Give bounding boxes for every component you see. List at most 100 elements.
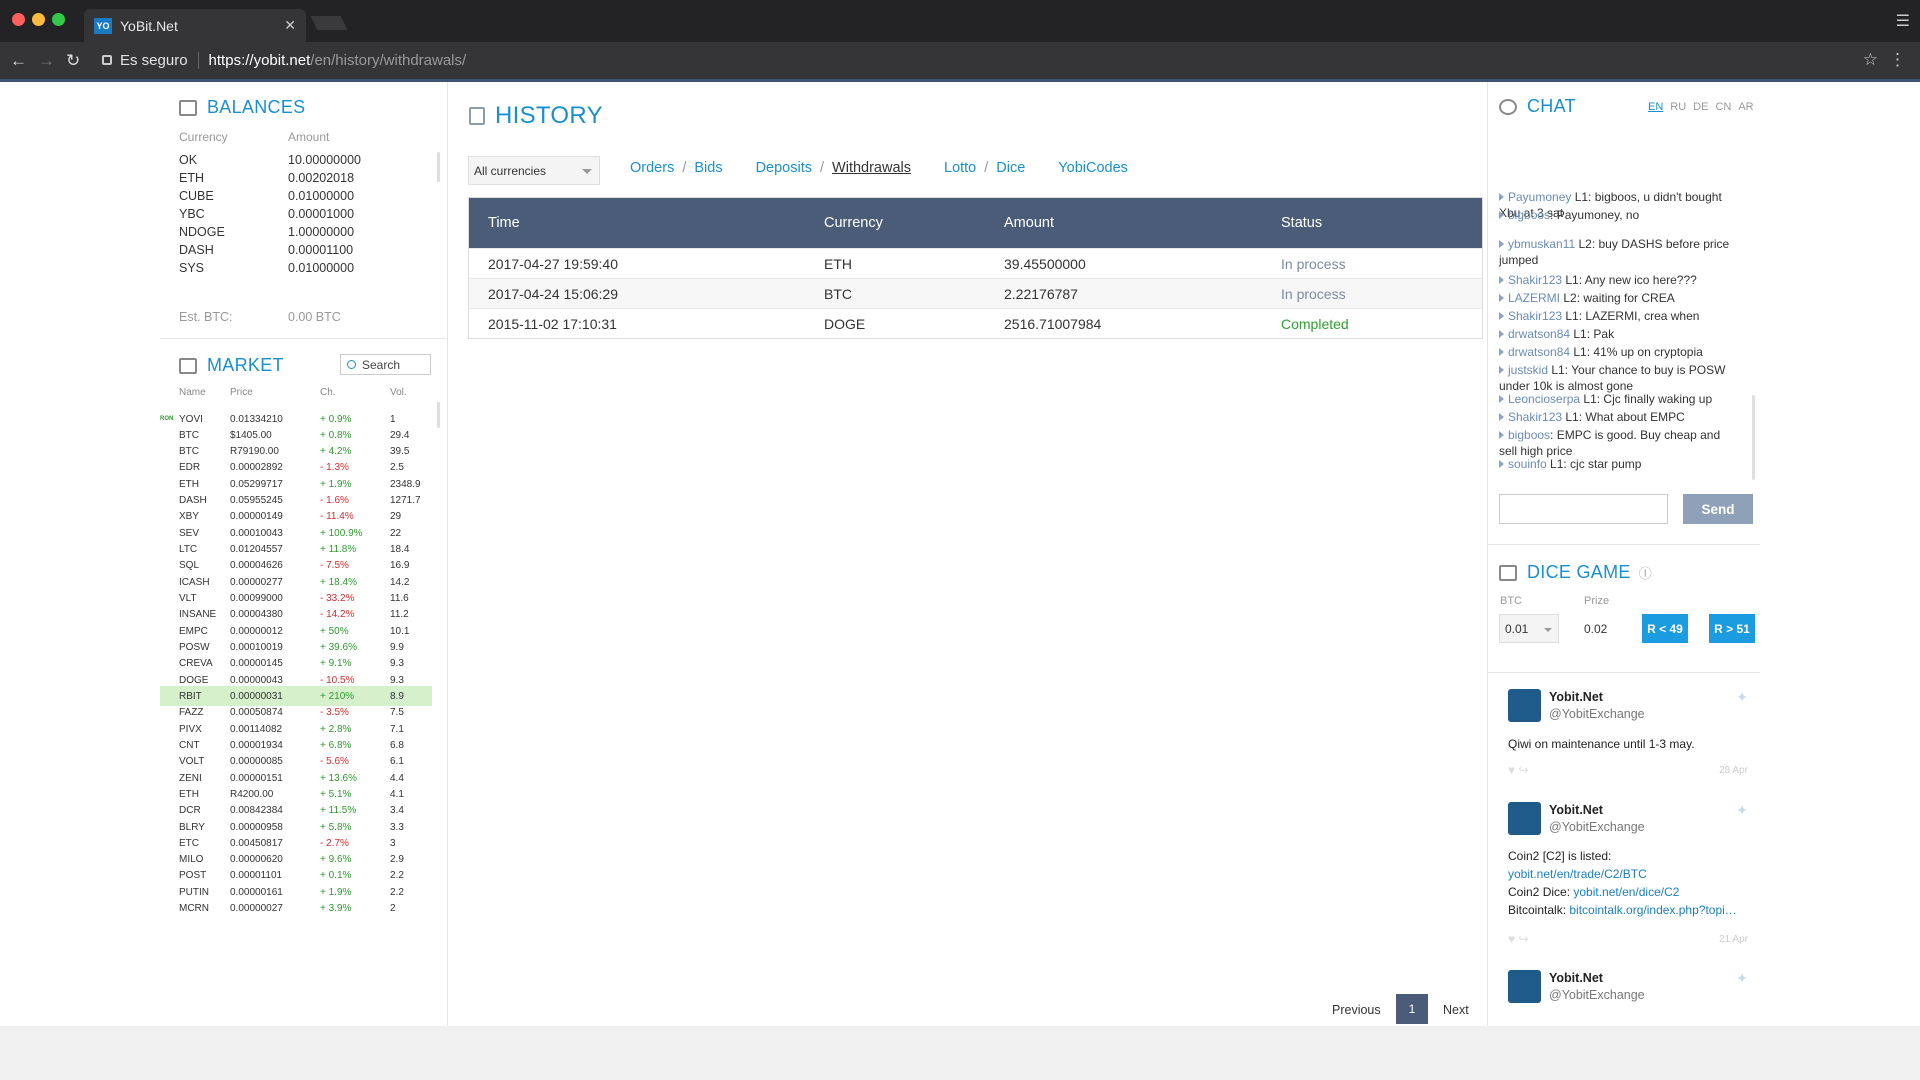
row-status: In process (1281, 255, 1346, 272)
chat-username[interactable]: Payumoney (1508, 190, 1571, 204)
dice-bet-select[interactable]: 0.01 (1499, 614, 1559, 643)
balance-row[interactable]: SYS 0.01000000 (179, 261, 354, 275)
close-window-icon[interactable] (12, 13, 25, 26)
nav-lotto-link[interactable]: Lotto (944, 160, 976, 176)
market-change: + 5.1% (320, 788, 352, 800)
url-field[interactable]: Es seguro https://yobit.net/en/history/w… (92, 47, 1882, 73)
browser-tab[interactable]: YO YoBit.Net ✕ (84, 9, 306, 42)
market-volume: 22 (390, 527, 402, 539)
table-row: 2015-11-02 17:10:31 DOGE 2516.71007984 Comp… (469, 308, 1482, 338)
forward-icon[interactable]: → (38, 51, 55, 71)
market-volume: 4.4 (390, 772, 404, 784)
chat-username[interactable]: drwatson84 (1508, 345, 1570, 359)
tweet-author[interactable]: Yobit.Net (1549, 803, 1603, 817)
market-price: 0.00450817 (230, 837, 283, 849)
nav-dice-link[interactable]: Dice (996, 160, 1025, 176)
market-name: ETC (179, 837, 199, 849)
chat-username[interactable]: Shakir123 (1508, 273, 1562, 287)
like-icon[interactable]: ♥ ↪ (1508, 932, 1529, 946)
market-search-input[interactable]: Search (340, 354, 431, 375)
nav-yobicodes-link[interactable]: YobiCodes (1058, 160, 1128, 176)
like-icon[interactable]: ♥ ↪ (1508, 763, 1529, 777)
lang-cn-link[interactable]: CN (1715, 101, 1731, 113)
nav-withdrawals-link[interactable]: Withdrawals (832, 160, 911, 176)
nav-bids-link[interactable]: Bids (694, 160, 722, 176)
tweet-handle[interactable]: @YobitExchange (1549, 707, 1645, 721)
row-currency: ETH (824, 255, 852, 272)
lang-ar-link[interactable]: AR (1738, 101, 1753, 113)
maximize-window-icon[interactable] (52, 13, 65, 26)
balances-scrollbar[interactable] (437, 152, 440, 182)
market-tag: RON (160, 416, 174, 422)
market-row[interactable]: MCRN 0.00000027 + 3.9% 2 (160, 899, 432, 919)
tweet-author[interactable]: Yobit.Net (1549, 971, 1603, 985)
market-name: POST (179, 870, 207, 882)
market-search-placeholder: Search (362, 357, 401, 372)
pager-page-1[interactable]: 1 (1396, 994, 1428, 1024)
tweet-link[interactable]: bitcointalk.org/index.php?topi… (1569, 903, 1736, 917)
reload-icon[interactable]: ↻ (66, 51, 80, 71)
tweet-link[interactable]: yobit.net/en/dice/C2 (1573, 885, 1679, 899)
market-name: CNT (179, 739, 200, 751)
balance-row[interactable]: CUBE 0.01000000 (179, 189, 354, 203)
market-icon (179, 357, 197, 374)
dice-roll-high-button[interactable]: R > 51 (1709, 614, 1755, 643)
search-icon (347, 360, 356, 369)
lang-en-link[interactable]: EN (1648, 101, 1663, 113)
chat-username[interactable]: Shakir123 (1508, 309, 1562, 323)
chat-username[interactable]: Leoncioserpa (1508, 392, 1580, 406)
pager-next[interactable]: Next (1443, 1003, 1469, 1017)
browser-menu-icon[interactable]: ⋮ (1889, 50, 1906, 70)
balance-row[interactable]: OK 10.00000000 (179, 153, 361, 167)
chat-username[interactable]: LAZERMI (1508, 291, 1560, 305)
new-tab-button[interactable] (310, 16, 348, 30)
chat-username[interactable]: justskid (1508, 363, 1548, 377)
chat-username[interactable]: drwatson84 (1508, 327, 1570, 341)
market-volume: 11.2 (390, 609, 409, 621)
market-scrollbar[interactable] (437, 402, 440, 428)
help-icon[interactable]: ⓘ (1639, 563, 1652, 582)
tweet-text: Coin2 Dice: (1508, 885, 1574, 899)
chat-username[interactable]: Shakir123 (1508, 410, 1562, 424)
market-name: CREVA (179, 658, 213, 670)
back-icon[interactable]: ← (10, 51, 27, 71)
col-amount: Amount (1004, 215, 1054, 231)
market-name: BLRY (179, 821, 205, 833)
nav-deposits-link[interactable]: Deposits (756, 160, 812, 176)
dice-roll-low-button[interactable]: R < 49 (1642, 614, 1688, 643)
market-price: 0.00000031 (230, 690, 283, 702)
balance-row[interactable]: ETH 0.00202018 (179, 171, 354, 185)
chat-send-button[interactable]: Send (1683, 494, 1753, 524)
market-volume: 10.1 (390, 625, 410, 637)
chat-message-input[interactable] (1499, 494, 1668, 524)
chat-scrollbar[interactable] (1752, 395, 1755, 480)
dice-prize-value: 0.02 (1584, 622, 1608, 636)
chat-username[interactable]: ybmuskan11 (1508, 237, 1575, 251)
lang-ru-link[interactable]: RU (1670, 101, 1686, 113)
balances-col-amount: Amount (288, 130, 330, 144)
tweet-handle[interactable]: @YobitExchange (1549, 820, 1645, 834)
tweet-handle[interactable]: @YobitExchange (1549, 988, 1645, 1002)
market-name: POSW (179, 641, 210, 653)
chat-username[interactable]: bigboos (1508, 428, 1550, 442)
pager-previous[interactable]: Previous (1332, 1003, 1381, 1017)
dice-prize-label: Prize (1584, 595, 1610, 607)
minimize-window-icon[interactable] (32, 13, 45, 26)
currency-filter-select[interactable]: All currencies (468, 156, 600, 185)
tweet-author[interactable]: Yobit.Net (1549, 690, 1603, 704)
market-name: EMPC (179, 625, 208, 637)
market-change: + 0.8% (320, 429, 352, 441)
close-tab-icon[interactable]: ✕ (284, 17, 296, 34)
balance-row[interactable]: NDOGE 1.00000000 (179, 225, 354, 239)
balance-row[interactable]: YBC 0.00001000 (179, 207, 354, 221)
profile-icon[interactable]: ☰ (1896, 11, 1910, 31)
market-price: 0.00050874 (230, 707, 283, 719)
tweet-link[interactable]: yobit.net/en/trade/C2/BTC (1508, 867, 1647, 881)
lang-de-link[interactable]: DE (1693, 101, 1708, 113)
market-price: R4200.00 (230, 788, 274, 800)
chat-username[interactable]: souinfo (1508, 457, 1547, 471)
balance-row[interactable]: DASH 0.00001100 (179, 243, 353, 257)
nav-orders-link[interactable]: Orders (630, 160, 674, 176)
bookmark-star-icon[interactable]: ☆ (1863, 50, 1878, 70)
chat-username[interactable]: bigboos (1508, 208, 1550, 222)
